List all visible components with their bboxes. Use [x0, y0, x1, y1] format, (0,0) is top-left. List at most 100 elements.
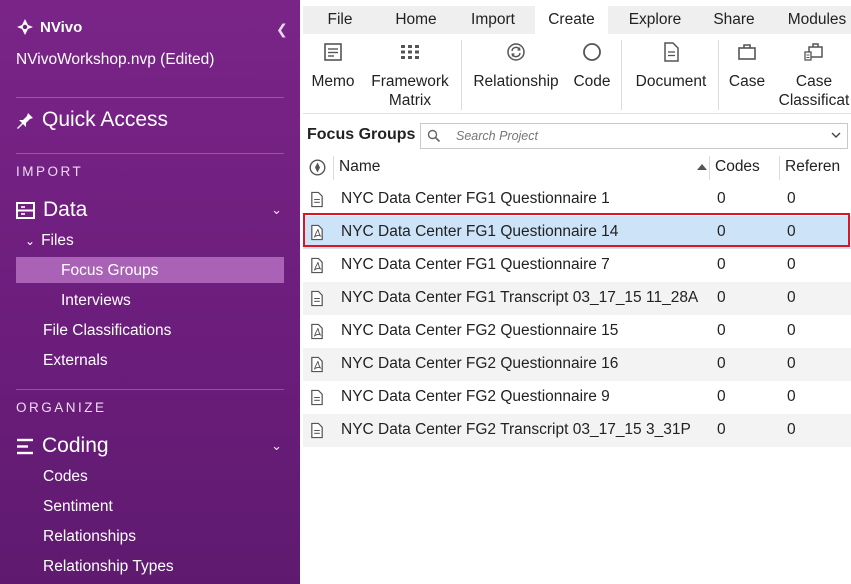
sidebar-item-relationship-types[interactable]: Relationship Types [43, 558, 174, 576]
row-references: 0 [787, 223, 796, 240]
row-name: NYC Data Center FG2 Questionnaire 16 [341, 355, 619, 372]
table-row[interactable]: NYC Data Center FG2 Questionnaire 16 0 0 [303, 348, 851, 381]
row-references: 0 [787, 355, 796, 372]
sidebar-item-files[interactable]: ⌄ Files [25, 232, 74, 250]
tab-import[interactable]: Import [455, 6, 531, 34]
column-header-references[interactable]: Referen [785, 158, 840, 176]
table-row[interactable]: NYC Data Center FG1 Questionnaire 7 0 0 [303, 249, 851, 282]
sidebar: NVivo ❮ NVivoWorkshop.nvp (Edited) Quick… [0, 0, 300, 584]
tab-explore[interactable]: Explore [615, 6, 695, 34]
chevron-down-icon[interactable] [830, 129, 842, 141]
row-codes: 0 [717, 388, 726, 405]
ribbon-separator [461, 40, 462, 110]
table-row[interactable]: NYC Data Center FG1 Transcript 03_17_15 … [303, 282, 851, 315]
column-header-name[interactable]: Name [339, 158, 380, 176]
row-codes: 0 [717, 256, 726, 273]
data-group[interactable]: Data ⌄ [16, 198, 284, 222]
row-codes: 0 [717, 190, 726, 207]
row-name: NYC Data Center FG1 Questionnaire 7 [341, 256, 610, 273]
code-label: Code [573, 73, 611, 90]
column-header-codes[interactable]: Codes [715, 158, 760, 176]
divider [16, 97, 284, 98]
document-icon [311, 422, 323, 439]
ribbon-separator [621, 40, 622, 110]
row-references: 0 [787, 322, 796, 339]
section-import: IMPORT [16, 164, 84, 179]
tab-file[interactable]: File [303, 6, 377, 34]
row-name: NYC Data Center FG1 Transcript 03_17_15 … [341, 289, 699, 306]
file-table: Name Codes Referen NYC Data Center FG1 Q… [303, 152, 851, 584]
row-references: 0 [787, 388, 796, 405]
case-button[interactable]: Case [725, 34, 769, 91]
sidebar-item-sentiment[interactable]: Sentiment [43, 498, 113, 516]
chevron-down-icon[interactable]: ⌄ [271, 438, 282, 454]
quick-access[interactable]: Quick Access [16, 108, 168, 132]
quick-access-label: Quick Access [42, 108, 169, 131]
coding-group-label: Coding [42, 434, 109, 457]
table-row[interactable]: NYC Data Center FG1 Questionnaire 14 0 0 [303, 216, 851, 249]
document-icon [311, 389, 323, 406]
coding-icon [17, 438, 33, 454]
table-row[interactable]: NYC Data Center FG2 Questionnaire 9 0 0 [303, 381, 851, 414]
collapse-sidebar-icon[interactable]: ❮ [276, 21, 288, 38]
tab-modules[interactable]: Modules [777, 6, 851, 34]
sidebar-item-file-classifications[interactable]: File Classifications [43, 322, 171, 340]
relationship-button[interactable]: Relationship [469, 34, 563, 91]
row-name: NYC Data Center FG2 Questionnaire 9 [341, 388, 610, 405]
document-icon [311, 290, 323, 307]
sidebar-item-relationships[interactable]: Relationships [43, 528, 136, 546]
code-button[interactable]: Code [569, 34, 615, 91]
tab-home[interactable]: Home [381, 6, 451, 34]
pin-icon [17, 111, 33, 129]
pdf-icon [311, 224, 323, 241]
row-codes: 0 [717, 289, 726, 306]
add-column-icon[interactable] [309, 159, 326, 176]
ribbon: Memo Framework Matrix Relationship Code [303, 34, 851, 114]
brand-name: NVivo [40, 18, 83, 36]
table-header: Name Codes Referen [303, 152, 851, 182]
memo-icon [324, 43, 342, 61]
row-codes: 0 [717, 355, 726, 372]
code-icon [583, 43, 601, 61]
relationship-icon [507, 43, 525, 61]
memo-label: Memo [311, 73, 355, 90]
folder-bar: Focus Groups Search Project [303, 120, 851, 152]
case-classification-icon [804, 43, 823, 61]
row-name: NYC Data Center FG1 Questionnaire 1 [341, 190, 610, 207]
project-name: NVivoWorkshop.nvp (Edited) [16, 51, 215, 68]
row-codes: 0 [717, 421, 726, 438]
document-icon [664, 42, 679, 62]
nvivo-logo-icon [17, 19, 33, 35]
table-row[interactable]: NYC Data Center FG2 Transcript 03_17_15 … [303, 414, 851, 447]
document-icon [311, 191, 323, 208]
ribbon-tabs: File Home Import Create Explore Share Mo… [303, 6, 851, 34]
sidebar-item-externals[interactable]: Externals [43, 352, 108, 370]
framework-label: Framework [371, 73, 449, 90]
tab-create[interactable]: Create [535, 6, 608, 34]
framework-matrix-button[interactable]: Framework Matrix [367, 34, 453, 110]
document-button[interactable]: Document [629, 34, 713, 91]
sort-ascending-icon [697, 164, 707, 170]
pdf-icon [311, 257, 323, 274]
tab-share[interactable]: Share [699, 6, 769, 34]
chevron-down-icon[interactable]: ⌄ [271, 202, 282, 218]
column-separator [779, 156, 780, 180]
memo-button[interactable]: Memo [309, 34, 357, 91]
case-classification-button[interactable]: Case Classificat [777, 34, 851, 110]
row-references: 0 [787, 256, 796, 273]
matrix-label: Matrix [388, 92, 432, 109]
table-row[interactable]: NYC Data Center FG1 Questionnaire 1 0 0 [303, 183, 851, 216]
framework-matrix-icon [401, 45, 419, 59]
section-organize: ORGANIZE [16, 400, 107, 415]
row-references: 0 [787, 190, 796, 207]
row-name: NYC Data Center FG2 Questionnaire 15 [341, 322, 619, 339]
search-project-input[interactable]: Search Project [420, 123, 848, 149]
divider [16, 153, 284, 154]
sidebar-item-interviews[interactable]: Interviews [61, 292, 131, 310]
coding-group[interactable]: Coding ⌄ [16, 434, 284, 458]
case-class-label-1: Case [795, 73, 833, 90]
sidebar-item-focus-groups[interactable]: Focus Groups [61, 262, 158, 280]
document-label: Document [635, 73, 707, 90]
table-row[interactable]: NYC Data Center FG2 Questionnaire 15 0 0 [303, 315, 851, 348]
sidebar-item-codes[interactable]: Codes [43, 468, 88, 486]
